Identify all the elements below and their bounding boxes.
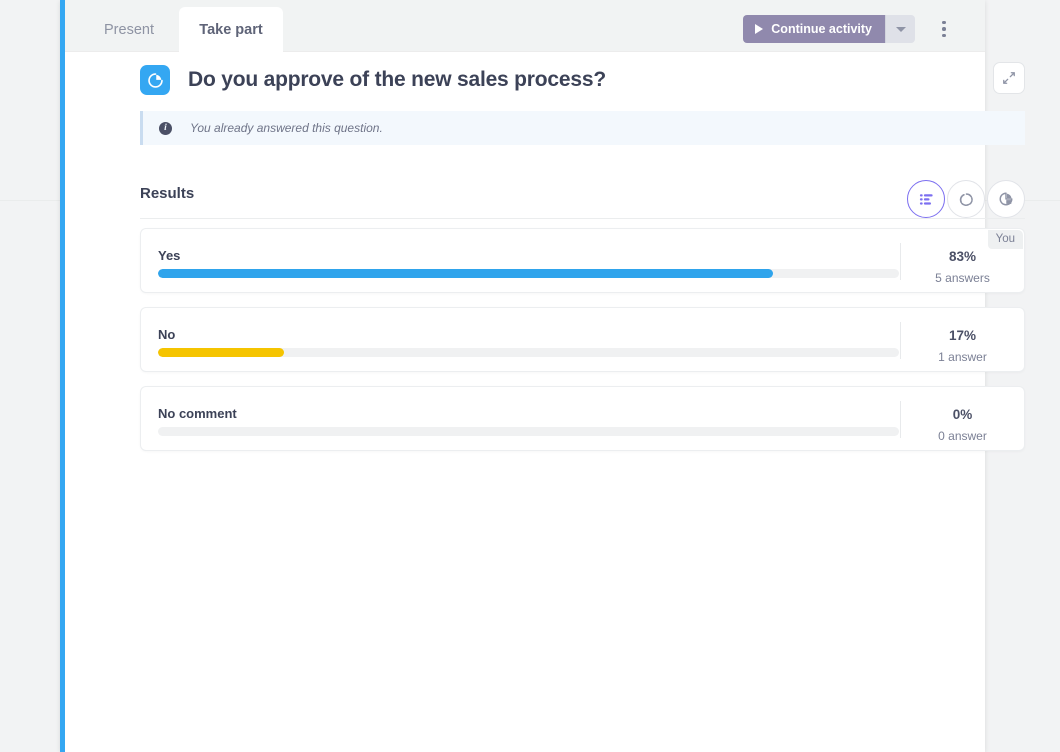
result-option-label: No (158, 327, 176, 342)
result-row[interactable]: No comment 0% 0 answer (140, 386, 1025, 451)
pie-chart-3d-view-icon (999, 192, 1013, 206)
more-options-button[interactable] (931, 16, 957, 42)
result-percent: 0% (952, 407, 973, 422)
result-bar-track (158, 427, 899, 436)
continue-activity-label: Continue activity (771, 22, 872, 36)
result-stats: 17% 1 answer (901, 329, 1024, 363)
pie-chart-3d-view-button[interactable] (987, 180, 1025, 218)
tab-present[interactable]: Present (79, 7, 179, 52)
tab-take-part[interactable]: Take part (179, 7, 283, 52)
result-stats: 83% 5 answers (901, 250, 1024, 284)
results-divider (140, 218, 1025, 219)
view-toggle-group (907, 180, 1025, 218)
already-answered-text: You already answered this question. (190, 121, 383, 135)
activity-panel: Present Take part Continue activity Do y… (60, 0, 1025, 752)
donut-chart-view-icon (959, 192, 973, 206)
result-option-label: Yes (158, 248, 181, 263)
result-bar-area: No comment (158, 387, 899, 450)
bar-chart-view-icon (919, 193, 933, 205)
result-answer-count: 0 answer (938, 428, 987, 443)
info-icon: i (159, 121, 172, 135)
result-bar-fill (158, 348, 284, 357)
result-bar-track (158, 269, 899, 278)
result-row[interactable]: No 17% 1 answer (140, 307, 1025, 372)
collapse-diagonal-icon (1003, 72, 1015, 84)
result-row[interactable]: Yes 83% 5 answers You (140, 228, 1025, 293)
result-bar-area: No (158, 308, 899, 371)
bar-chart-view-button[interactable] (907, 180, 945, 218)
more-vertical-icon-dot (942, 20, 946, 25)
result-answer-count: 1 answer (938, 349, 987, 364)
chevron-down-icon (895, 26, 906, 32)
continue-activity-group: Continue activity (743, 15, 915, 43)
result-bar-fill (158, 269, 774, 278)
continue-activity-button[interactable]: Continue activity (743, 15, 885, 43)
your-answer-badge: You (987, 230, 1023, 249)
result-percent: 17% (948, 328, 977, 343)
collapse-button[interactable] (993, 62, 1025, 94)
results-title: Results (140, 185, 195, 202)
more-vertical-icon-dot (942, 33, 946, 38)
question-header: Do you approve of the new sales process? (140, 62, 1025, 98)
result-bar-track (158, 348, 899, 357)
result-answer-count: 5 answers (935, 270, 990, 285)
result-percent: 83% (948, 249, 977, 264)
result-option-label: No comment (158, 406, 237, 421)
continue-activity-dropdown[interactable] (885, 15, 915, 43)
more-vertical-icon-dot (942, 27, 946, 31)
panel-accent-strip (60, 0, 65, 752)
pie-chart-icon (140, 65, 170, 95)
results-header: Results (140, 180, 1025, 219)
play-icon (755, 24, 764, 34)
donut-chart-view-button[interactable] (947, 180, 985, 218)
page-title: Do you approve of the new sales process? (188, 68, 606, 91)
already-answered-banner: i You already answered this question. (140, 111, 1025, 145)
result-stats: 0% 0 answer (901, 408, 1024, 442)
result-bar-area: Yes (158, 229, 899, 292)
